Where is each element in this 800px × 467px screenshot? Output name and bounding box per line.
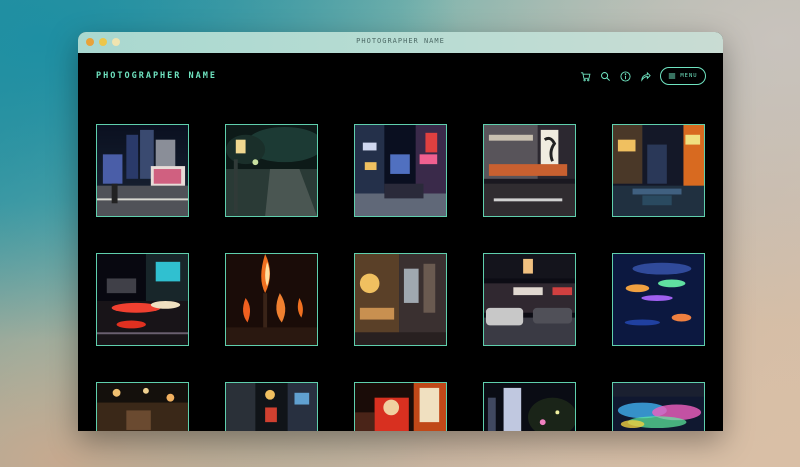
info-icon[interactable] xyxy=(618,69,632,83)
photo-festival-float[interactable] xyxy=(354,382,447,431)
photo-light-installation-floor[interactable] xyxy=(612,382,705,431)
photo-shopfronts-crossing[interactable] xyxy=(483,124,576,217)
photo-canal-neon-signs[interactable] xyxy=(612,124,705,217)
site-brand[interactable]: PHOTOGRAPHER NAME xyxy=(96,71,217,81)
photo-lit-building-corner[interactable] xyxy=(354,253,447,346)
menu-button[interactable]: MENU xyxy=(660,67,706,85)
photo-grid xyxy=(78,124,723,431)
photo-neon-street-crowd[interactable] xyxy=(354,124,447,217)
photo-city-street-night[interactable] xyxy=(96,124,189,217)
photo-lit-tower-trees[interactable] xyxy=(483,382,576,431)
photo-traffic-light-trails[interactable] xyxy=(96,253,189,346)
photo-colorful-lights-water[interactable] xyxy=(612,253,705,346)
photo-parked-cars-street[interactable] xyxy=(483,253,576,346)
photo-park-path-night[interactable] xyxy=(225,124,318,217)
share-icon[interactable] xyxy=(638,69,652,83)
menu-label: MENU xyxy=(680,73,698,79)
photo-narrow-alley-lanterns[interactable] xyxy=(225,382,318,431)
window-title: PHOTOGRAPHER NAME xyxy=(356,37,445,45)
header-tools: MENU xyxy=(572,67,706,85)
photo-fire-torches[interactable] xyxy=(225,253,318,346)
title-bar: PHOTOGRAPHER NAME xyxy=(78,32,723,53)
search-icon[interactable] xyxy=(598,69,612,83)
browser-window: PHOTOGRAPHER NAME PHOTOGRAPHER NAME MENU xyxy=(78,32,723,431)
photo-night-market-stalls[interactable] xyxy=(96,382,189,431)
cart-icon[interactable] xyxy=(578,69,592,83)
site-header: PHOTOGRAPHER NAME MENU xyxy=(78,53,723,117)
hamburger-icon xyxy=(669,73,676,79)
